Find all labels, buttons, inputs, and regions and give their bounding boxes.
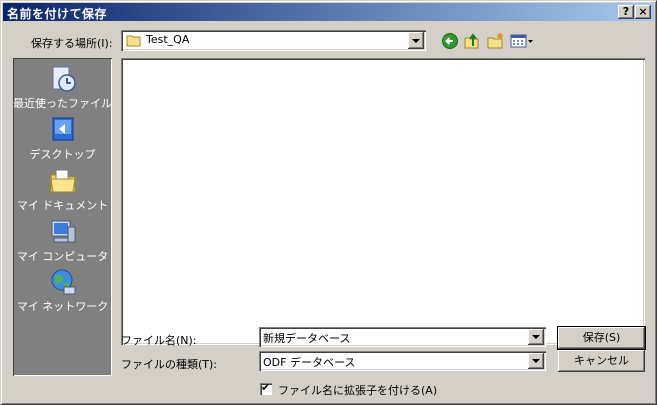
save-as-dialog: 名前を付けて保存 ? × 保存する場所(I): Test_QA 最近使ったファイ…	[0, 0, 657, 405]
place-my-computer[interactable]: マイ コンピュータ	[13, 217, 112, 267]
file-list[interactable]	[121, 58, 645, 345]
extension-checkbox-label[interactable]: ファイル名に拡張子を付ける(A)	[278, 382, 437, 398]
up-folder-icon[interactable]	[463, 32, 481, 50]
recent-files-icon	[52, 66, 76, 92]
new-folder-icon[interactable]	[487, 32, 505, 50]
help-button[interactable]: ?	[618, 5, 634, 19]
back-icon[interactable]	[441, 32, 459, 50]
my-network-icon	[51, 269, 76, 295]
folder-icon	[126, 35, 141, 47]
filename-dropdown-button[interactable]	[528, 329, 544, 345]
desktop-icon	[52, 117, 74, 141]
place-label: マイ ドキュメント	[16, 199, 109, 212]
filetype-dropdown-button[interactable]	[528, 353, 544, 369]
title-bar[interactable]: 名前を付けて保存 ? ×	[3, 3, 654, 21]
filetype-dropdown[interactable]: ODF データベース	[259, 351, 546, 371]
filename-label: ファイル名(N):	[121, 334, 197, 347]
checkbox-checkmark: ✔	[261, 381, 271, 394]
my-computer-icon	[51, 220, 76, 243]
save-location-dropdown[interactable]: Test_QA	[121, 30, 426, 51]
cancel-button[interactable]: キャンセル	[558, 350, 645, 372]
filename-value: 新規データベース	[263, 332, 351, 345]
extension-checkbox[interactable]: ✔	[260, 381, 272, 395]
place-label: デスクトップ	[29, 148, 96, 161]
dialog-title: 名前を付けて保存	[7, 7, 108, 21]
save-location-label: 保存する場所(I):	[31, 37, 113, 50]
place-label: マイ ネットワーク	[16, 300, 109, 313]
filetype-value: ODF データベース	[263, 356, 356, 369]
place-my-documents[interactable]: マイ ドキュメント	[13, 166, 112, 216]
filetype-label: ファイルの種類(T):	[121, 358, 218, 371]
place-my-network[interactable]: マイ ネットワーク	[13, 267, 112, 317]
my-documents-icon	[50, 169, 76, 193]
places-bar: 最近使ったファイル デスクトップ マイ ドキュメント マイ コンピュータ マイ …	[13, 58, 112, 376]
place-label: マイ コンピュータ	[16, 250, 109, 263]
location-dropdown-button[interactable]	[408, 32, 424, 49]
views-menu-icon[interactable]	[510, 32, 534, 50]
place-recent-files[interactable]: 最近使ったファイル	[13, 64, 112, 114]
close-button[interactable]: ×	[635, 5, 651, 19]
save-button[interactable]: 保存(S)	[557, 326, 646, 350]
filename-input[interactable]: 新規データベース	[259, 327, 546, 347]
place-label: 最近使ったファイル	[13, 97, 112, 110]
place-desktop[interactable]: デスクトップ	[13, 115, 112, 165]
current-folder-name: Test_QA	[146, 33, 190, 46]
